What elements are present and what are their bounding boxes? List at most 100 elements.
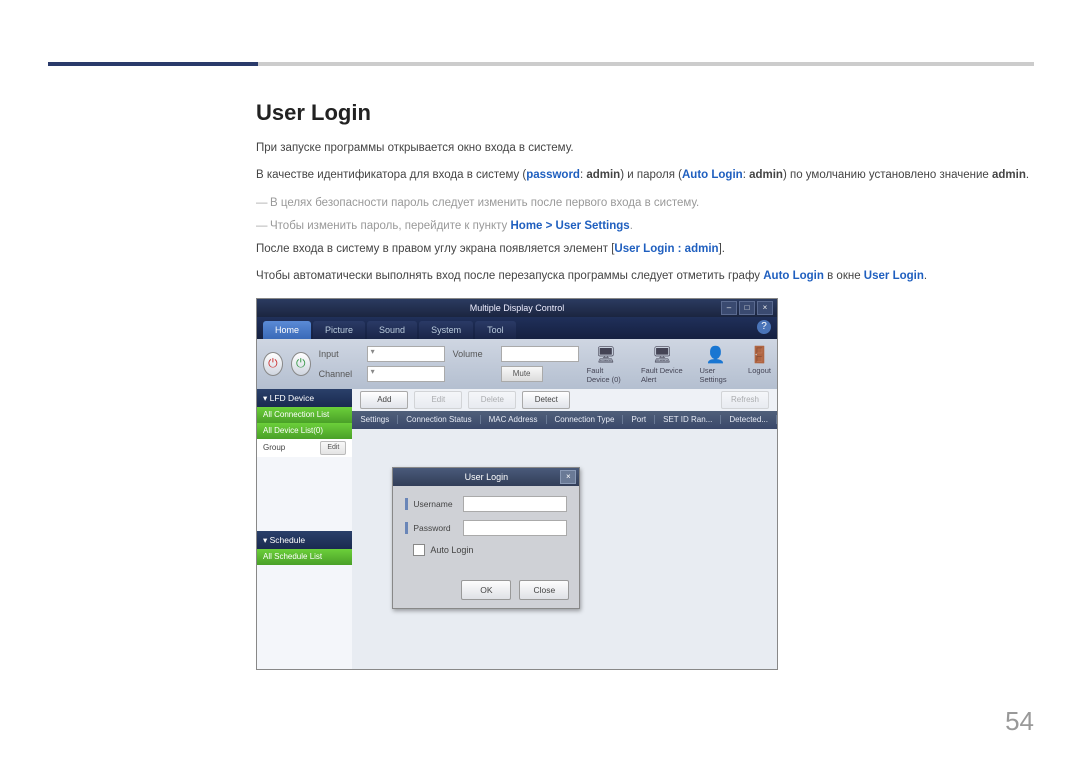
text: ) и пароля ( [620, 169, 682, 181]
maximize-button[interactable]: □ [739, 301, 755, 315]
monitor-icon: 🖥 [595, 344, 617, 366]
group-label: Group [263, 443, 285, 452]
volume-field[interactable] [501, 346, 579, 362]
add-button[interactable]: Add [360, 391, 408, 409]
fault-device-label: Fault Device (0) [587, 366, 625, 384]
col-connection-status: Connection Status [398, 415, 480, 424]
delete-button[interactable]: Delete [468, 391, 516, 409]
text: . [630, 220, 633, 232]
logout-icon[interactable]: 🚪 Logout [748, 344, 771, 384]
sidebar-group-row: Group Edit [257, 439, 352, 457]
sidebar-all-connection[interactable]: All Connection List [257, 407, 352, 423]
user-login-admin: User Login : admin [614, 243, 718, 255]
input-select[interactable]: ▾ [367, 346, 445, 362]
fault-device-icon[interactable]: 🖥 Fault Device (0) [587, 344, 625, 384]
autologin-keyword: Auto Login [682, 169, 743, 181]
volume-label: Volume [453, 349, 497, 359]
logout-label: Logout [748, 366, 771, 375]
text: Чтобы автоматически выполнять вход после… [256, 270, 763, 282]
username-label: Username [413, 499, 463, 509]
fault-alert-icon[interactable]: 🖥 Fault Device Alert [641, 344, 684, 384]
auto-login-keyword: Auto Login [763, 270, 824, 282]
tab-tool[interactable]: Tool [475, 321, 516, 339]
lfd-label: LFD Device [270, 393, 314, 403]
sidebar-spacer2 [257, 565, 352, 669]
input-group: Input ▾ Channel ▾ [319, 346, 445, 382]
intro-paragraph: При запуске программы открывается окно в… [256, 140, 1034, 157]
note-text: В целях безопасности пароль следует изме… [270, 197, 699, 209]
home-link: Home [510, 220, 542, 232]
ok-button[interactable]: OK [461, 580, 511, 600]
tab-picture[interactable]: Picture [313, 321, 365, 339]
tab-sound[interactable]: Sound [367, 321, 417, 339]
sidebar-schedule: ▾ Schedule [257, 531, 352, 549]
bar-icon [405, 522, 408, 534]
text: Чтобы изменить пароль, перейдите к пункт… [270, 220, 510, 232]
help-button[interactable]: ? [757, 320, 771, 334]
tab-system[interactable]: System [419, 321, 473, 339]
power-on-button[interactable]: ⏻ [291, 352, 311, 376]
page-top-rule [48, 62, 1034, 66]
dash-bullet: ― [256, 218, 270, 235]
text: . [1026, 169, 1029, 181]
bar-icon [405, 498, 408, 510]
username-row: Username [405, 496, 567, 512]
admin-value: admin [992, 169, 1026, 181]
tab-home[interactable]: Home [263, 321, 311, 339]
admin-value: admin [586, 169, 620, 181]
password-input[interactable] [463, 520, 567, 536]
user-login-keyword: User Login [864, 270, 924, 282]
table-header: Settings Connection Status MAC Address C… [352, 411, 777, 429]
sidebar-all-device[interactable]: All Device List(0) [257, 423, 352, 439]
security-note: ―В целях безопасности пароль следует изм… [256, 195, 1034, 212]
main-toolbar: Add Edit Delete Detect Refresh [352, 389, 777, 411]
username-input[interactable] [463, 496, 567, 512]
user-settings-label: User Settings [699, 366, 732, 384]
page-content: User Login При запуске программы открыва… [256, 100, 1034, 670]
mute-button[interactable]: Mute [501, 366, 543, 382]
col-mac: MAC Address [481, 415, 547, 424]
text: ) по умолчанию установлено значение [783, 169, 992, 181]
minimize-button[interactable]: – [721, 301, 737, 315]
ribbon-icons: 🖥 Fault Device (0) 🖥 Fault Device Alert … [587, 344, 771, 384]
close-dialog-button[interactable]: Close [519, 580, 569, 600]
fault-alert-label: Fault Device Alert [641, 366, 684, 384]
group-edit-button[interactable]: Edit [320, 441, 346, 455]
sidebar: ▾ LFD Device All Connection List All Dev… [257, 389, 352, 669]
col-setid: SET ID Ran... [655, 415, 721, 424]
text: ]. [719, 243, 725, 255]
refresh-button[interactable]: Refresh [721, 391, 769, 409]
autologin-row: Auto Login [405, 544, 567, 556]
app-screenshot: Multiple Display Control – □ × Home Pict… [256, 298, 778, 670]
volume-group: Volume Mute [453, 346, 579, 382]
auto-login-label: Auto Login [430, 545, 473, 555]
alert-icon: 🖥 [651, 344, 673, 366]
col-port: Port [623, 415, 655, 424]
text: в окне [824, 270, 864, 282]
dialog-buttons: OK Close [393, 574, 579, 610]
separator: > [542, 220, 555, 232]
window-buttons: – □ × [721, 301, 773, 315]
edit-button[interactable]: Edit [414, 391, 462, 409]
ribbon: ⏻ ⏻ Input ▾ Channel ▾ Volume [257, 339, 777, 389]
app-body: ▾ LFD Device All Connection List All Dev… [257, 389, 777, 669]
detect-button[interactable]: Detect [522, 391, 570, 409]
user-settings-link: User Settings [556, 220, 630, 232]
sidebar-all-schedule[interactable]: All Schedule List [257, 549, 352, 565]
main-panel: Add Edit Delete Detect Refresh Settings … [352, 389, 777, 669]
dash-bullet: ― [256, 195, 270, 212]
user-settings-icon[interactable]: 👤 User Settings [699, 344, 732, 384]
dialog-close-button[interactable]: × [560, 470, 576, 484]
col-settings: Settings [352, 415, 398, 424]
main-tabs: Home Picture Sound System Tool ? [257, 317, 777, 339]
page-number: 54 [1005, 706, 1034, 737]
auto-login-checkbox[interactable] [413, 544, 425, 556]
channel-select[interactable]: ▾ [367, 366, 445, 382]
input-label: Input [319, 349, 363, 359]
sidebar-lfd-device: ▾ LFD Device [257, 389, 352, 407]
close-button[interactable]: × [757, 301, 773, 315]
window-title: Multiple Display Control [470, 303, 565, 313]
col-conn-type: Connection Type [547, 415, 624, 424]
power-off-button[interactable]: ⏻ [263, 352, 283, 376]
password-keyword: password [526, 169, 580, 181]
